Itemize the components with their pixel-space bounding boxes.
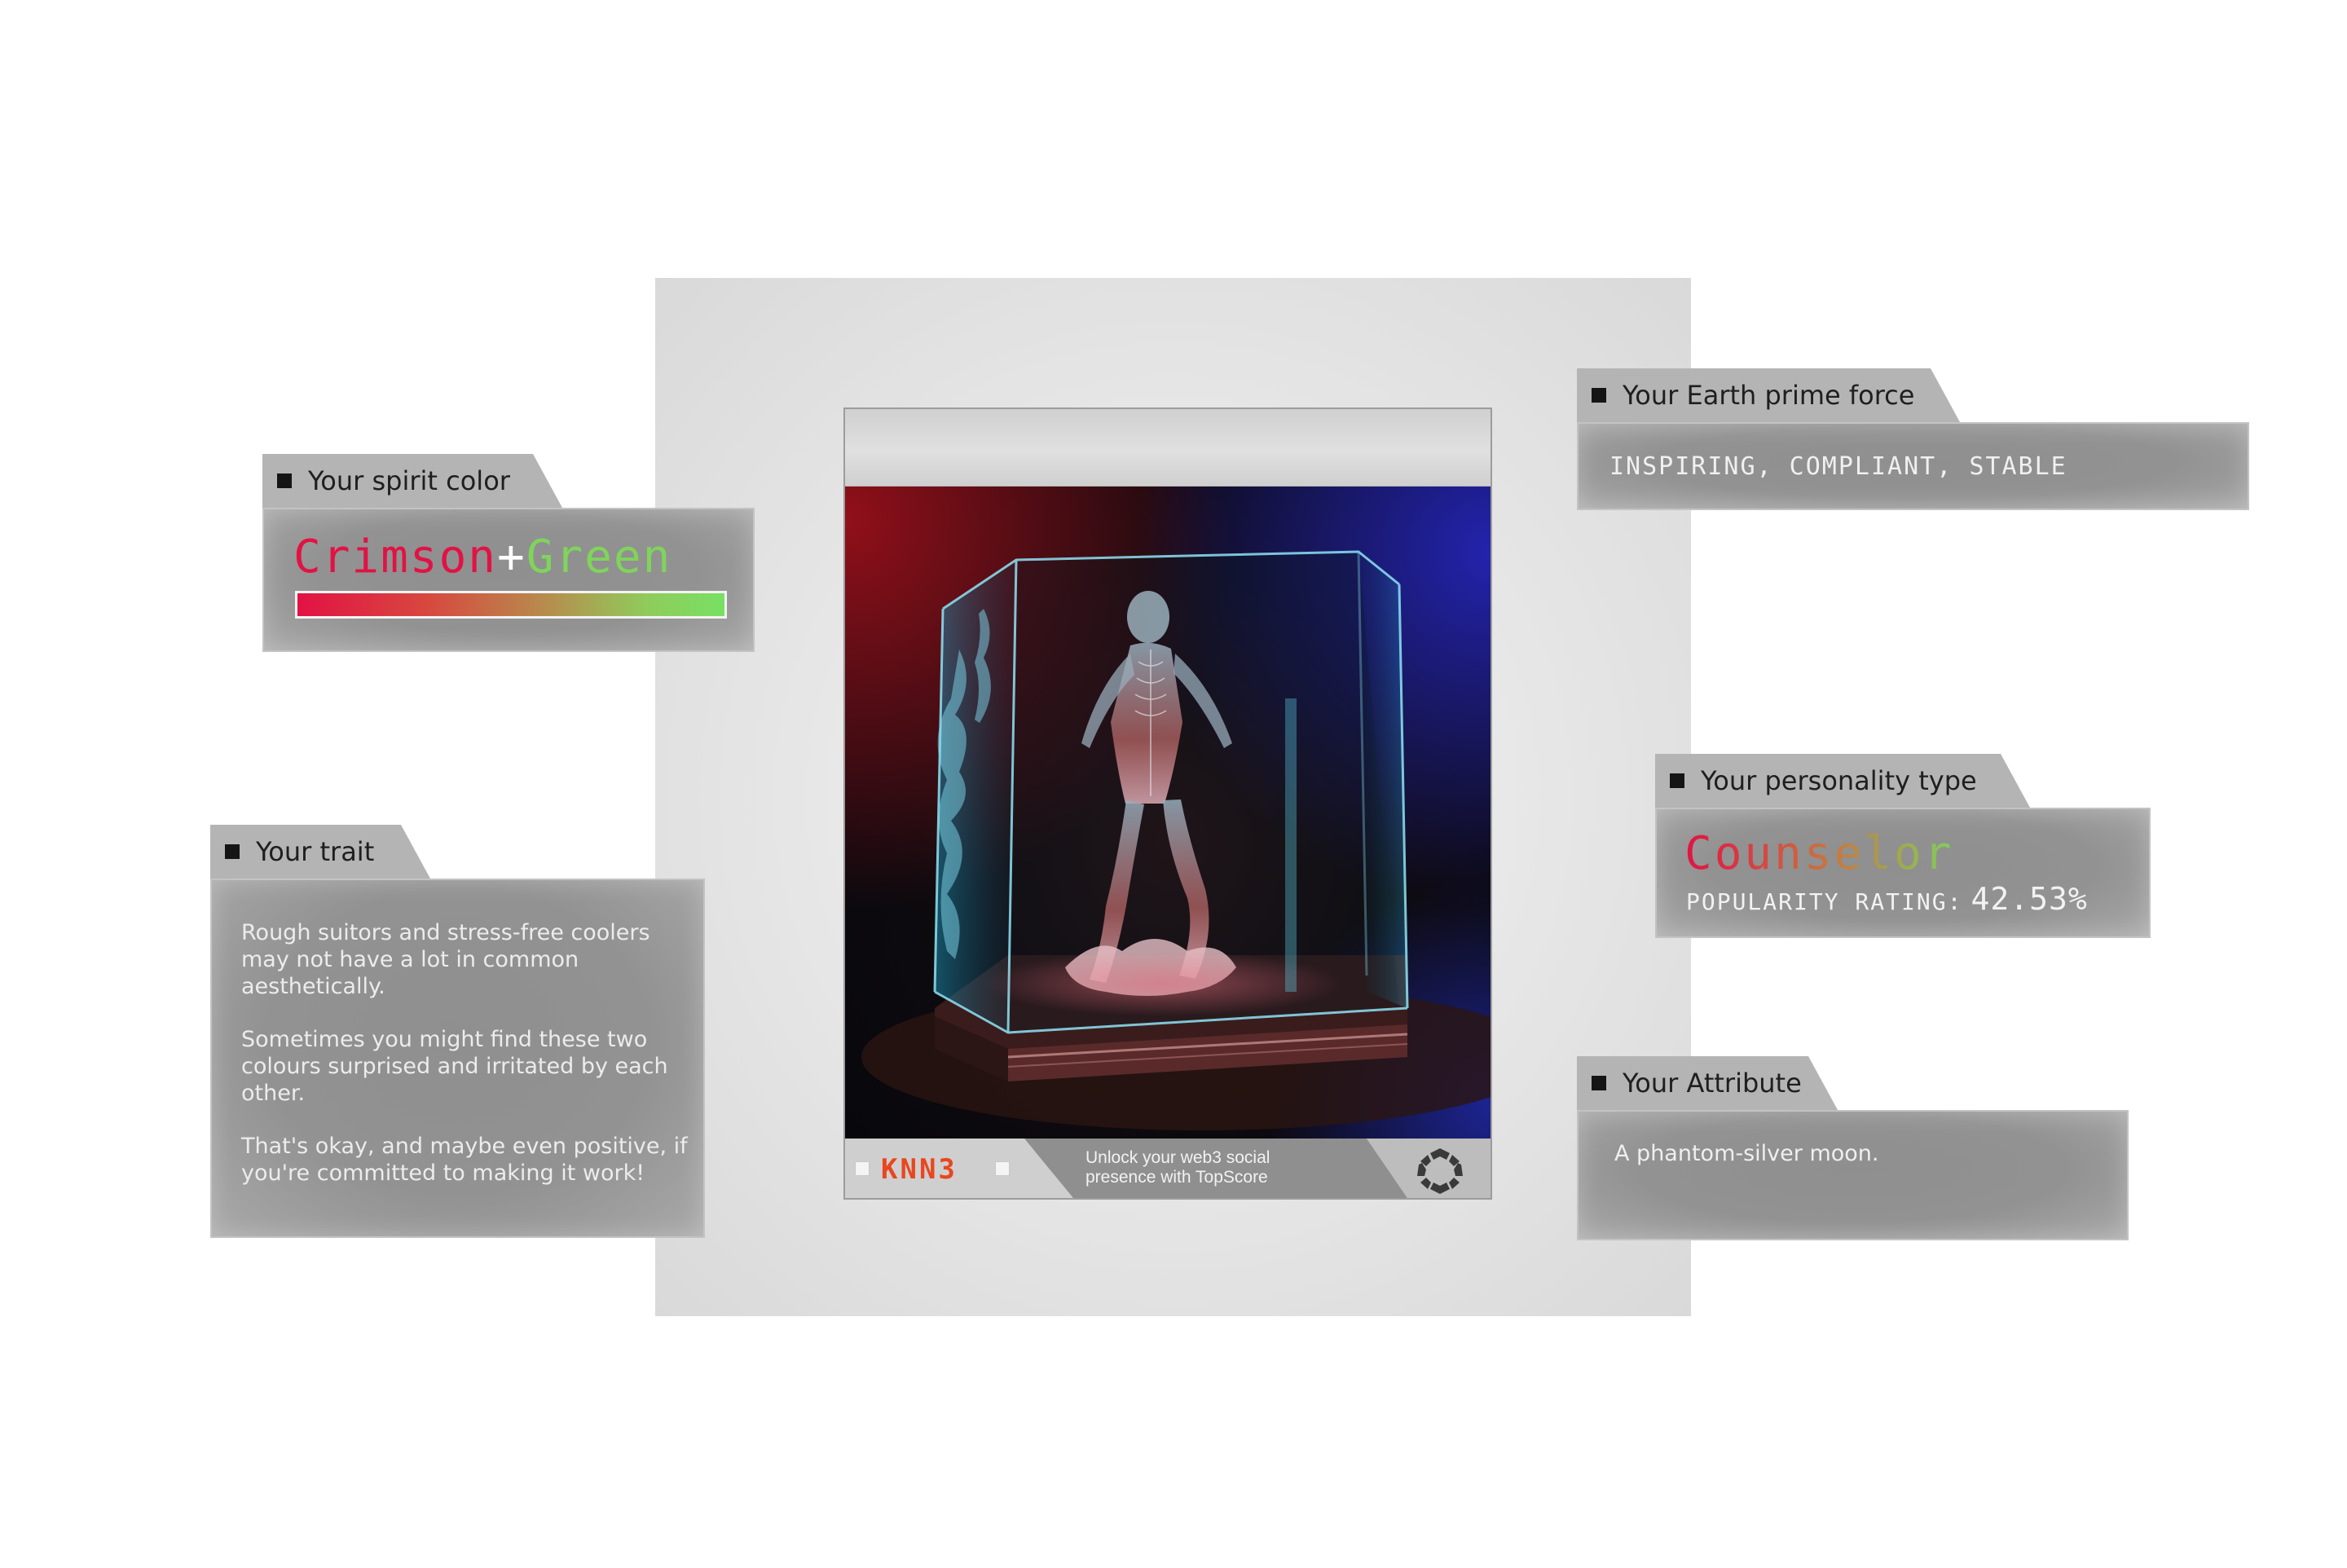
footer-square-left (855, 1161, 870, 1176)
trait-panel: Rough suitors and stress-free coolers ma… (210, 879, 705, 1238)
personality-header: Your personality type (1655, 754, 2030, 808)
bullet-icon (225, 844, 240, 859)
bullet-icon (1592, 1076, 1606, 1090)
bullet-icon (1670, 773, 1684, 788)
attribute-header: Your Attribute (1577, 1056, 1838, 1110)
trait-description: Rough suitors and stress-free coolers ma… (241, 919, 698, 1213)
spirit-color-name: Crimson+Green (293, 531, 672, 584)
popularity-rating: POPULARITY RATING: 42.53% (1686, 881, 2088, 917)
spirit-color-panel: Crimson+Green (262, 508, 755, 652)
knn3-logo: KNN3 (881, 1153, 958, 1186)
spirit-color-header-label: Your spirit color (308, 465, 510, 496)
result-page: Your spirit color Crimson+Green Your tra… (0, 0, 2347, 1568)
attribute-header-label: Your Attribute (1623, 1068, 1802, 1099)
trait-header-label: Your trait (256, 836, 375, 867)
attribute-panel: A phantom-silver moon. (1577, 1110, 2129, 1240)
bullet-icon (277, 473, 292, 488)
bullet-icon (1592, 388, 1606, 403)
footer-square-right (995, 1161, 1010, 1176)
attribute-value: A phantom-silver moon. (1614, 1141, 1879, 1166)
spirit-color-gradient-bar (295, 591, 727, 619)
spirit-color-primary: Crimson (293, 531, 498, 584)
card-artwork (845, 487, 1491, 1139)
nft-card: KNN3 Unlock your web3 social presence wi… (843, 407, 1492, 1200)
trait-paragraph: Sometimes you might find these two colou… (241, 1027, 668, 1106)
trait-paragraph: Rough suitors and stress-free coolers ma… (241, 920, 650, 999)
card-footer: KNN3 Unlock your web3 social presence wi… (845, 1139, 1491, 1198)
earth-force-header-label: Your Earth prime force (1623, 380, 1915, 411)
personality-header-label: Your personality type (1701, 765, 1977, 796)
personality-panel: Counselor POPULARITY RATING: 42.53% (1655, 808, 2151, 938)
earth-force-panel: INSPIRING, COMPLIANT, STABLE (1577, 422, 2249, 510)
card-header (845, 409, 1491, 487)
trait-header: Your trait (210, 825, 430, 879)
earth-force-header: Your Earth prime force (1577, 368, 1960, 422)
topscore-logo-icon (1417, 1148, 1463, 1194)
spirit-color-header: Your spirit color (262, 454, 562, 508)
spirit-color-plus: + (497, 531, 526, 584)
personality-type: Counselor (1684, 827, 1954, 880)
glass-figure-image (845, 487, 1491, 1139)
popularity-value: 42.53% (1971, 881, 2088, 917)
popularity-label: POPULARITY RATING: (1686, 888, 1963, 915)
footer-tagline: Unlock your web3 social presence with To… (1085, 1148, 1270, 1187)
spirit-color-secondary: Green (526, 531, 672, 584)
trait-paragraph: That's okay, and maybe even positive, if… (241, 1134, 688, 1186)
earth-force-value: INSPIRING, COMPLIANT, STABLE (1609, 452, 2067, 481)
